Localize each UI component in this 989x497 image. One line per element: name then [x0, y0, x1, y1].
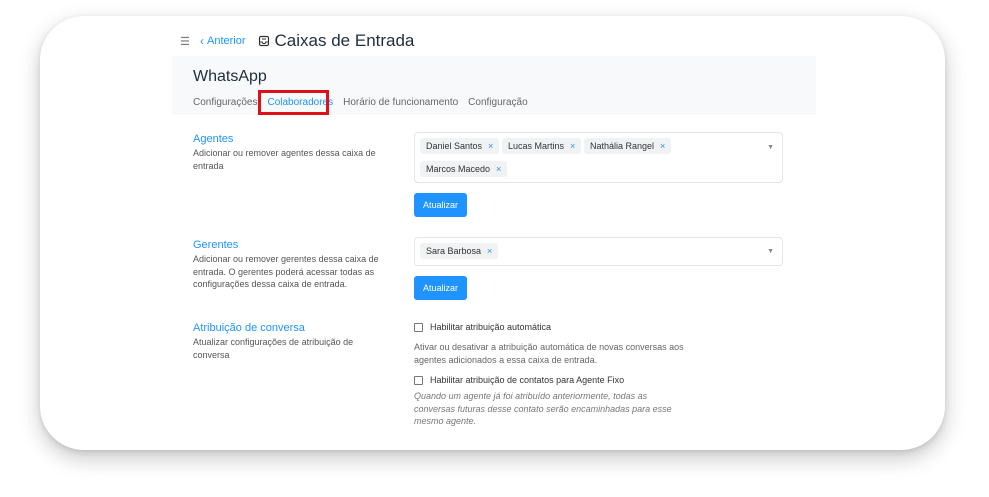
managers-update-button[interactable]: Atualizar	[414, 276, 467, 300]
remove-icon[interactable]: ×	[570, 141, 575, 151]
agent-chip: Nathália Rangel ×	[584, 138, 672, 154]
menu-icon[interactable]: ☰	[180, 35, 196, 48]
chip-label: Sara Barbosa	[426, 246, 482, 256]
back-link[interactable]: ‹ Anterior	[200, 34, 246, 48]
agents-description: Adicionar ou remover agentes dessa caixa…	[193, 148, 376, 171]
agents-section: Agentes Adicionar ou remover agentes des…	[193, 133, 393, 172]
chevron-down-icon[interactable]: ▼	[767, 248, 774, 255]
chip-label: Nathália Rangel	[590, 141, 655, 151]
tab-highlight-box	[258, 90, 329, 115]
top-bar: ☰ ‹ Anterior Caixas de Entrada	[180, 30, 414, 52]
assignment-title: Atribuição de conversa	[193, 322, 305, 334]
remove-icon[interactable]: ×	[488, 141, 493, 151]
assignment-section: Atribuição de conversa Atualizar configu…	[193, 322, 379, 361]
agents-multiselect[interactable]: Daniel Santos × Lucas Martins × Nathália…	[414, 132, 783, 183]
assignment-description: Atualizar configurações de atribuição de…	[193, 337, 354, 360]
page-title: Caixas de Entrada	[274, 31, 415, 50]
managers-title: Gerentes	[193, 239, 239, 251]
agents-update-button[interactable]: Atualizar	[414, 193, 467, 217]
agent-chip: Daniel Santos ×	[420, 138, 500, 154]
managers-section: Gerentes Adicionar ou remover gerentes d…	[193, 239, 389, 291]
auto-assignment-option: Habilitar atribuição automática	[414, 322, 551, 332]
remove-icon[interactable]: ×	[496, 164, 501, 174]
chip-label: Marcos Macedo	[426, 164, 491, 174]
settings-card: ☰ ‹ Anterior Caixas de Entrada WhatsApp …	[40, 16, 945, 450]
chip-label: Lucas Martins	[508, 141, 565, 151]
fixed-agent-label: Habilitar atribuição de contatos para Ag…	[430, 375, 625, 385]
channel-name: WhatsApp	[193, 68, 267, 85]
tab-horario-de-funcionamento[interactable]: Horário de funcionamento	[343, 97, 458, 108]
fixed-agent-option: Habilitar atribuição de contatos para Ag…	[414, 375, 624, 385]
managers-description: Adicionar ou remover gerentes dessa caix…	[193, 254, 379, 289]
agents-title: Agentes	[193, 133, 234, 145]
managers-multiselect[interactable]: Sara Barbosa × ▼	[414, 237, 783, 266]
agent-chip: Lucas Martins ×	[502, 138, 582, 154]
auto-assignment-help: Ativar ou desativar a atribuição automát…	[414, 342, 684, 365]
chevron-left-icon: ‹	[200, 34, 204, 48]
fixed-agent-help: Quando um agente já foi atribuído anteri…	[414, 391, 672, 426]
tab-configuracoes[interactable]: Configurações	[193, 97, 257, 108]
fixed-agent-checkbox[interactable]	[414, 375, 423, 385]
manager-chip: Sara Barbosa ×	[420, 243, 499, 259]
back-label: Anterior	[207, 35, 246, 47]
tab-configuracao[interactable]: Configuração	[468, 97, 527, 108]
agent-chip: Marcos Macedo ×	[420, 161, 508, 177]
inbox-icon	[258, 35, 269, 47]
auto-assignment-label: Habilitar atribuição automática	[430, 322, 552, 332]
remove-icon[interactable]: ×	[487, 246, 492, 256]
chevron-down-icon[interactable]: ▼	[767, 144, 774, 151]
chip-label: Daniel Santos	[426, 141, 483, 151]
tab-bar: Configurações Colaboradores Horário de f…	[193, 97, 538, 108]
auto-assignment-checkbox[interactable]	[414, 322, 423, 332]
remove-icon[interactable]: ×	[660, 141, 665, 151]
